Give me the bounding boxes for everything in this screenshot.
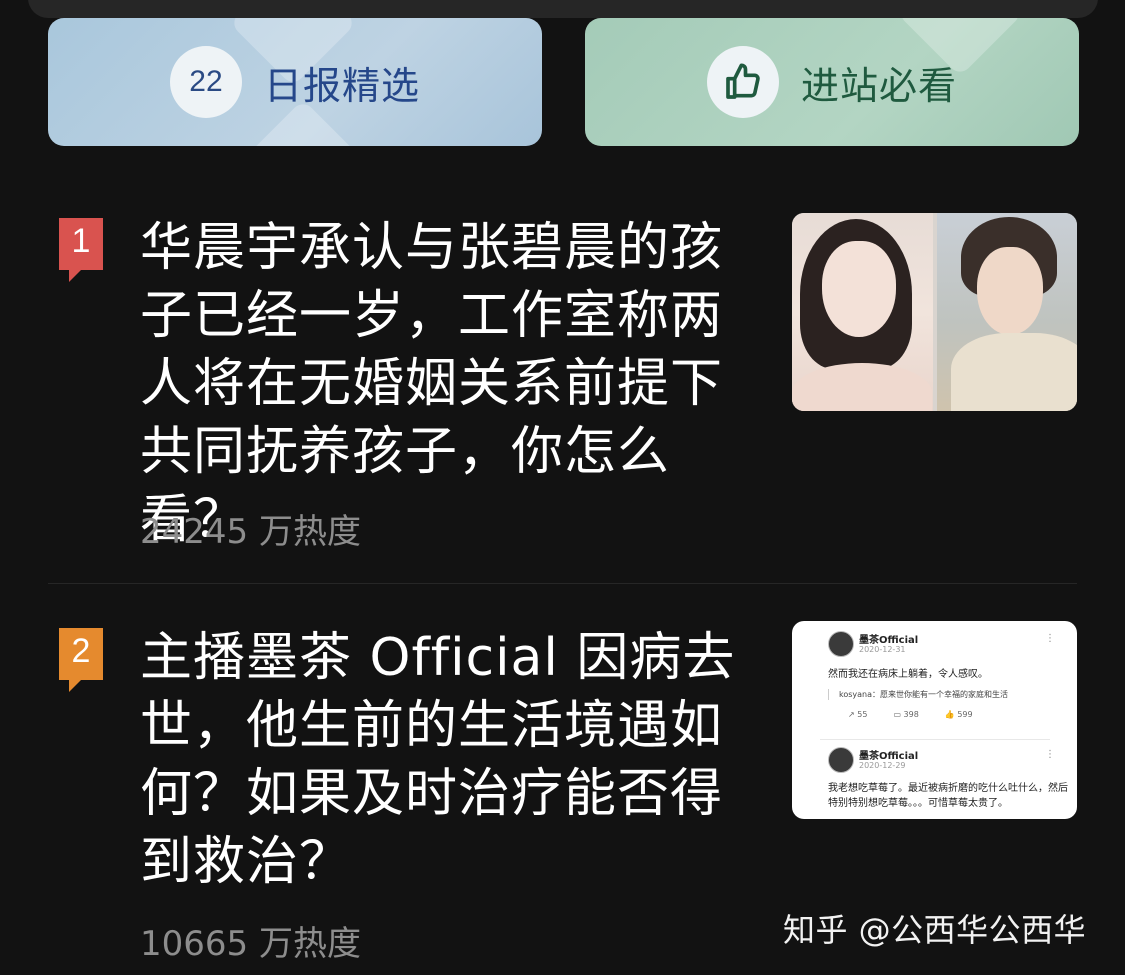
more-menu-icon: ⋮	[1045, 749, 1055, 760]
more-menu-icon: ⋮	[1045, 633, 1055, 644]
rank-badge: 1	[59, 218, 103, 282]
avatar	[828, 631, 854, 657]
must-see-banner[interactable]: 进站必看	[585, 18, 1079, 146]
daily-date-number: 22	[189, 65, 223, 98]
like-count: 👍 599	[944, 710, 973, 719]
daily-picks-banner[interactable]: 22 日报精选	[48, 18, 542, 146]
post-date: 2020-12-29	[859, 761, 906, 770]
photo-left	[792, 213, 933, 411]
rank-number: 2	[71, 632, 91, 670]
share-count: ↗ 55	[848, 710, 868, 719]
avatar	[828, 747, 854, 773]
question-title[interactable]: 主播墨茶 Official 因病去世，他生前的生活境遇如何？如果及时治疗能否得到…	[140, 624, 755, 896]
top-bar	[28, 0, 1098, 18]
heat-count: 24245 万热度	[140, 512, 361, 552]
heat-count: 10665 万热度	[140, 924, 361, 964]
photo-collage	[792, 213, 1077, 411]
photo-right	[936, 213, 1077, 411]
calendar-date-icon: 22	[169, 46, 242, 118]
thumbs-up-icon	[706, 46, 779, 118]
question-thumbnail[interactable]	[792, 213, 1077, 411]
post-author: 墨茶Official	[859, 751, 919, 762]
post-stats: ↗ 55 ▭ 398 👍 599	[848, 710, 973, 719]
post-comment: kosyana：愿来世你能有一个幸福的家庭和生活	[828, 689, 1008, 700]
post-author: 墨茶Official	[859, 635, 919, 646]
watermark: 知乎 @公西华公西华	[783, 911, 1087, 949]
post-text: 然而我还在病床上躺着，令人感叹。	[828, 669, 988, 680]
comment-count: ▭ 398	[893, 710, 919, 719]
item-divider	[48, 583, 1077, 584]
question-thumbnail[interactable]: 墨茶Official 2020-12-31 ⋮ 然而我还在病床上躺着，令人感叹。…	[792, 621, 1077, 819]
question-title[interactable]: 华晨宇承认与张碧晨的孩子已经一岁，工作室称两人将在无婚姻关系前提下共同抚养孩子，…	[140, 214, 755, 554]
post-screenshot: 墨茶Official 2020-12-31 ⋮ 然而我还在病床上躺着，令人感叹。…	[792, 621, 1077, 819]
post-divider	[820, 739, 1050, 740]
post-text: 我老想吃草莓了。最近被病折磨的吃什么吐什么，然后特别特别想吃草莓。。。可惜草莓太…	[828, 783, 1068, 809]
rank-badge: 2	[59, 628, 103, 692]
rank-number: 1	[71, 222, 91, 260]
daily-picks-label: 日报精选	[263, 63, 420, 108]
must-see-label: 进站必看	[800, 63, 957, 108]
post-date: 2020-12-31	[859, 645, 906, 654]
